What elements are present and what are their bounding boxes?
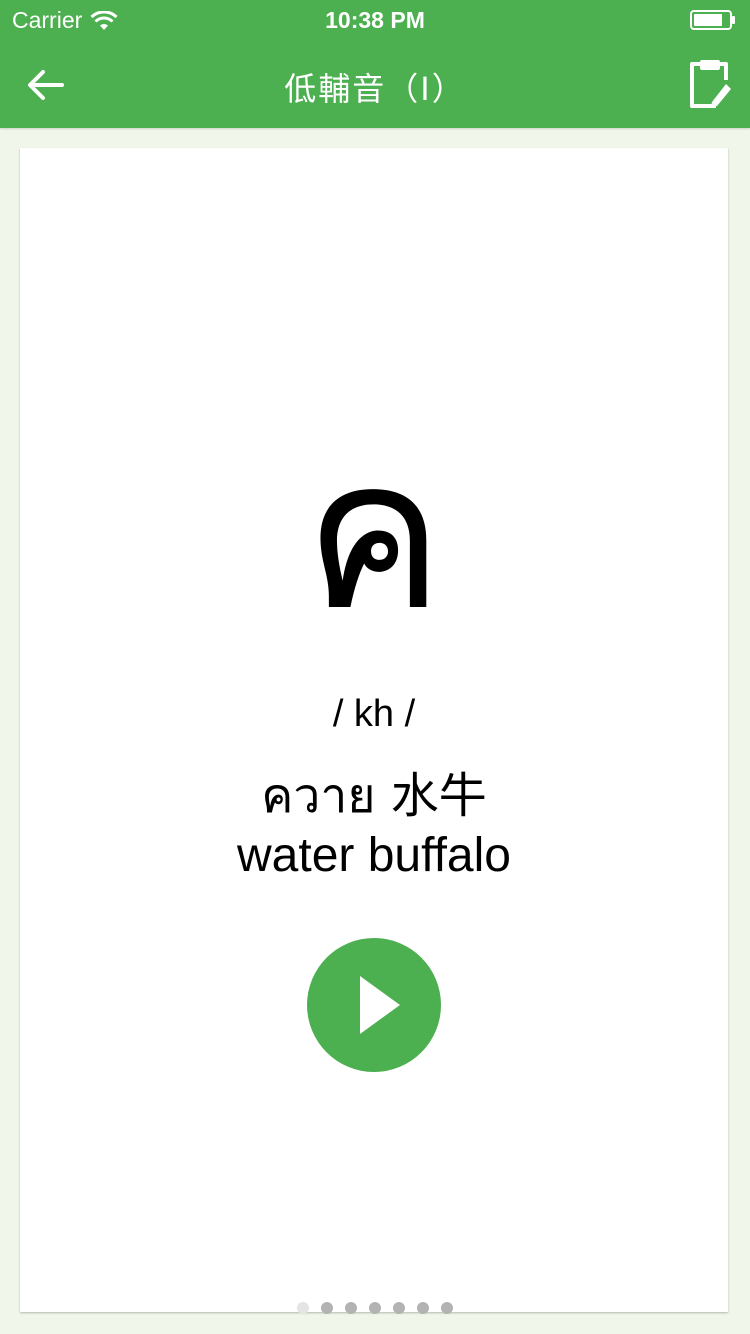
page-dot[interactable] — [321, 1302, 333, 1314]
page-dot[interactable] — [441, 1302, 453, 1314]
thai-letter: ค — [303, 412, 445, 657]
battery-icon — [690, 10, 735, 30]
pronunciation-label: / kh / — [332, 693, 416, 735]
app-header: Carrier 10:38 PM 低輔音（I） — [0, 0, 750, 128]
page-dot[interactable] — [393, 1302, 405, 1314]
page-dot[interactable] — [369, 1302, 381, 1314]
navigation-bar: 低輔音（I） — [0, 40, 750, 128]
page-dot[interactable] — [417, 1302, 429, 1314]
example-word: ควาย 水牛 — [261, 768, 487, 824]
page-title: 低輔音（I） — [284, 70, 466, 108]
page-indicator — [0, 1302, 750, 1314]
page-dot[interactable] — [297, 1302, 309, 1314]
page-dot[interactable] — [345, 1302, 357, 1314]
play-icon — [360, 976, 400, 1034]
clipboard-edit-icon — [690, 60, 731, 108]
play-audio-button[interactable] — [307, 938, 441, 1072]
flashcard[interactable]: ค / kh / ควาย 水牛 water buffalo — [20, 148, 728, 1312]
status-bar: Carrier 10:38 PM — [0, 0, 750, 40]
notes-button[interactable] — [688, 58, 732, 110]
english-meaning: water buffalo — [237, 829, 511, 882]
status-time: 10:38 PM — [325, 7, 425, 33]
